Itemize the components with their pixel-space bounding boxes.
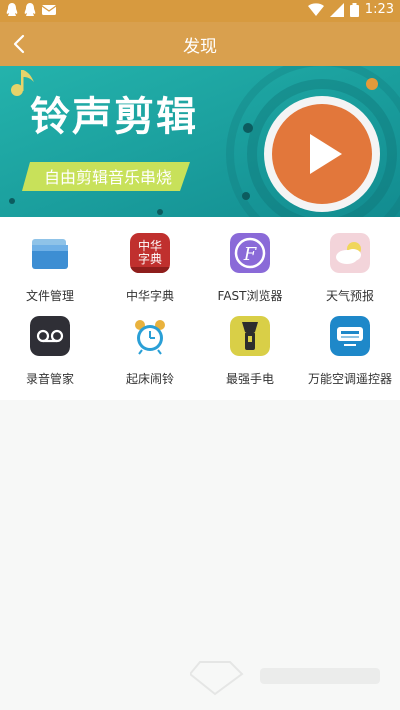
app-weather[interactable]: 天气预报 [300,217,400,307]
app-bar: 发现 [0,22,400,66]
app-file-manager[interactable]: 文件管理 [0,217,100,307]
app-grid: 文件管理 中华 字典 中华字典 F FAST浏览器 天气预报 录音管家 起床闹铃… [0,217,400,400]
weather-icon [330,233,370,273]
app-flashlight[interactable]: 最强手电 [200,300,300,390]
dictionary-icon: 中华 字典 [130,233,170,273]
browser-icon: F [230,233,270,273]
dictionary-icon-text-bottom: 字典 [138,251,162,266]
qq-icon [24,3,36,16]
wifi-icon [307,2,324,16]
watermark-logo [190,661,380,696]
app-ac-remote[interactable]: 万能空调遥控器 [300,300,400,390]
recorder-icon [30,316,70,356]
app-label: 最强手电 [225,372,274,386]
alarm-clock-icon [135,320,165,355]
status-right-icons: 1:23 [307,2,394,17]
message-icon [42,5,56,15]
folder-icon [32,239,68,269]
battery-icon [349,2,359,17]
app-fast-browser[interactable]: F FAST浏览器 [200,217,300,307]
banner-headline: 铃声剪辑 [30,94,198,140]
status-bar: 1:23 [0,0,400,22]
dictionary-icon-text-top: 中华 [138,238,162,253]
app-label: 录音管家 [25,372,74,386]
page-title: 发现 [183,37,217,57]
app-recorder[interactable]: 录音管家 [0,300,100,390]
ac-remote-icon [330,316,370,356]
promo-banner[interactable]: 铃声剪辑 自由剪辑音乐串烧 [0,66,400,217]
status-time: 1:23 [364,2,394,17]
flashlight-icon [230,316,270,356]
qq-icon [6,3,18,16]
app-alarm[interactable]: 起床闹铃 [100,300,200,390]
browser-icon-letter: F [243,244,258,265]
app-dictionary[interactable]: 中华 字典 中华字典 [100,217,200,307]
signal-icon [329,2,344,17]
status-left-icons [6,3,56,17]
banner-subline: 自由剪辑音乐串烧 [44,168,173,187]
app-label: 起床闹铃 [125,372,174,386]
app-label: 万能空调遥控器 [307,372,392,386]
